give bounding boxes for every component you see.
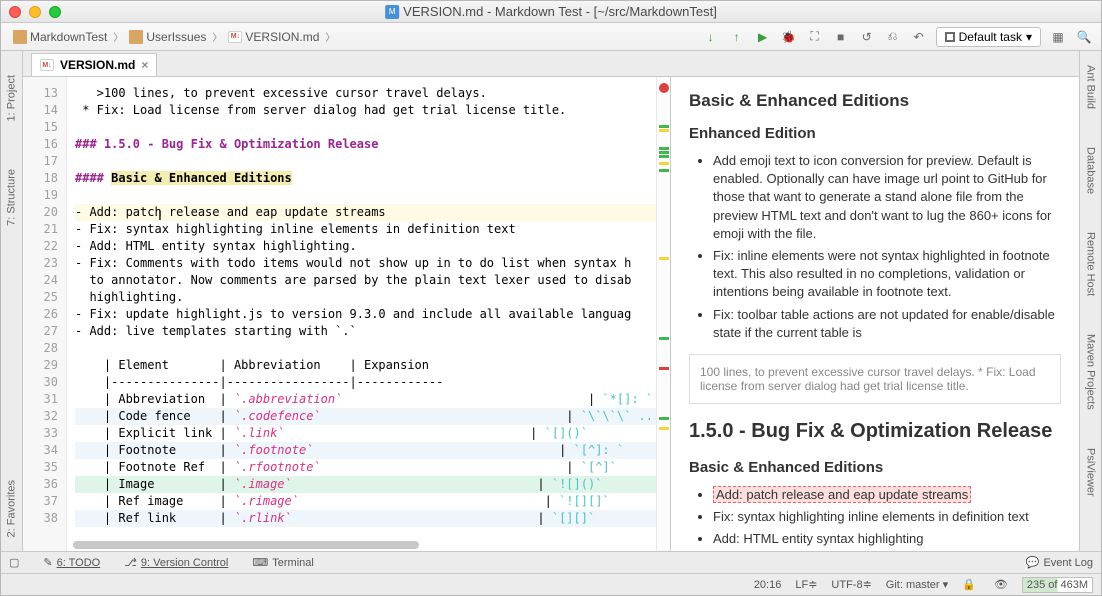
window-close[interactable] [9,6,21,18]
preview-subheading: Enhanced Edition [689,125,1061,142]
memory-indicator[interactable]: 235 of 463M [1022,577,1093,593]
preview-heading: Basic & Enhanced Editions [689,91,1061,111]
marker[interactable] [659,417,669,420]
breadcrumb-project[interactable]: MarkdownTest [9,28,111,46]
marker[interactable] [659,147,669,150]
bottom-tool-tabs: ▢ ✎6: TODO ⎇9: Version Control ⌨Terminal… [1,551,1101,573]
tab-maven[interactable]: Maven Projects [1085,330,1097,414]
preview-list-item: Add: HTML entity syntax highlighting [713,530,1061,548]
app-icon: M [385,5,399,19]
preview-list-item: Fix: syntax highlighting inline elements… [713,508,1061,526]
tab-favorites[interactable]: 2: Favorites [1,476,22,541]
preview-subheading: Basic & Enhanced Editions [689,459,1061,476]
preview-list-item: Fix: toolbar table actions are not updat… [713,306,1061,342]
file-encoding[interactable]: UTF-8≑ [831,578,871,591]
git-branch[interactable]: Git: master ▾ [886,578,948,591]
editor-gutter: 1314151617181920212223242526272829303132… [23,77,67,551]
window-maximize[interactable] [49,6,61,18]
search-icon[interactable]: 🔍 [1075,28,1093,46]
vcs-log-icon[interactable]: ⎌ [884,28,902,46]
editor-code-area[interactable]: >100 lines, to prevent excessive cursor … [67,77,656,551]
preview-list-item: Fix: inline elements were not syntax hig… [713,247,1061,302]
folder-icon [13,30,27,44]
status-bar: 20:16 LF≑ UTF-8≑ Git: master ▾ 🔒 👁 235 o… [1,573,1101,595]
debug-icon[interactable]: 🐞 [780,28,798,46]
vcs-commit-icon[interactable]: ↑ [728,28,746,46]
breadcrumb-folder[interactable]: UserIssues [125,28,210,46]
todo-icon: ✎ [43,556,52,569]
marker[interactable] [659,337,669,340]
chevron-down-icon: ▾ [1026,30,1032,44]
window-title: M VERSION.md - Markdown Test - [~/src/Ma… [385,4,717,19]
left-tool-strip: 1: Project 7: Structure 2: Favorites [1,51,23,551]
marker[interactable] [659,129,669,132]
stop-icon[interactable]: ■ [832,28,850,46]
marker-strip[interactable] [656,77,670,551]
marker[interactable] [659,125,669,128]
markdown-file-icon: M↓ [40,59,54,71]
layout-icon[interactable]: ▦ [1049,28,1067,46]
vcs-icon: ⎇ [124,556,137,569]
marker[interactable] [659,257,669,260]
horizontal-scrollbar[interactable] [73,541,650,549]
lock-icon[interactable]: 🔒 [962,578,976,591]
marker[interactable] [659,169,669,172]
breadcrumb-file[interactable]: M↓VERSION.md [224,28,323,46]
terminal-icon: ⌨ [252,556,268,569]
coverage-icon[interactable]: ⛶ [806,28,824,46]
titlebar: M VERSION.md - Markdown Test - [~/src/Ma… [1,1,1101,23]
tab-structure[interactable]: 7: Structure [1,165,22,230]
window-minimize[interactable] [29,6,41,18]
task-icon [945,32,955,42]
task-selector[interactable]: Default task▾ [936,27,1041,47]
editor-pane[interactable]: 1314151617181920212223242526272829303132… [23,77,671,551]
run-icon[interactable]: ▶ [754,28,772,46]
undo-icon[interactable]: ↶ [910,28,928,46]
marker[interactable] [659,155,669,158]
marker[interactable] [659,162,669,165]
error-indicator-icon[interactable] [659,83,669,93]
chevron-right-icon: 〉 [113,29,123,44]
preview-pane: Basic & Enhanced Editions Enhanced Editi… [671,77,1079,551]
tab-version-control[interactable]: ⎇9: Version Control [124,556,228,569]
inspection-icon[interactable]: 👁 [994,578,1008,591]
tab-ant-build[interactable]: Ant Build [1085,61,1097,113]
marker[interactable] [659,367,669,370]
preview-list-item: Add emoji text to icon conversion for pr… [713,152,1061,243]
marker[interactable] [659,151,669,154]
preview-blockquote: 100 lines, to prevent excessive cursor t… [689,354,1061,404]
vcs-update-icon[interactable]: ↓ [702,28,720,46]
line-separator[interactable]: LF≑ [795,578,817,591]
navigation-toolbar: MarkdownTest 〉 UserIssues 〉 M↓VERSION.md… [1,23,1101,51]
event-log[interactable]: 💬Event Log [1026,556,1093,569]
cursor-position[interactable]: 20:16 [754,579,782,591]
folder-icon [129,30,143,44]
preview-heading: 1.5.0 - Bug Fix & Optimization Release [689,420,1061,443]
tab-database[interactable]: Database [1085,143,1097,198]
preview-list: Add emoji text to icon conversion for pr… [689,152,1061,342]
tab-todo[interactable]: ✎6: TODO [43,556,100,569]
chevron-right-icon: 〉 [212,29,222,44]
balloon-icon: 💬 [1026,556,1040,569]
tab-terminal[interactable]: ⌨Terminal [252,556,313,569]
right-tool-strip: Ant Build Database Remote Host Maven Pro… [1079,51,1101,551]
file-tabs: M↓VERSION.md× [23,51,1079,77]
tab-psiviewer[interactable]: PsiViewer [1085,444,1097,501]
preview-list: Add: patch release and eap update stream… [689,486,1061,549]
close-tab-icon[interactable]: × [141,58,148,72]
marker[interactable] [659,427,669,430]
history-icon[interactable]: ↺ [858,28,876,46]
markdown-file-icon: M↓ [228,31,242,43]
preview-list-item: Add: patch release and eap update stream… [713,486,1061,504]
window-settings-icon[interactable]: ▢ [9,556,19,569]
breadcrumb: MarkdownTest 〉 UserIssues 〉 M↓VERSION.md… [9,28,698,46]
chevron-right-icon: 〉 [325,29,335,44]
file-tab-version[interactable]: M↓VERSION.md× [31,53,157,76]
tab-remote-host[interactable]: Remote Host [1085,228,1097,300]
tab-project[interactable]: 1: Project [1,71,22,125]
